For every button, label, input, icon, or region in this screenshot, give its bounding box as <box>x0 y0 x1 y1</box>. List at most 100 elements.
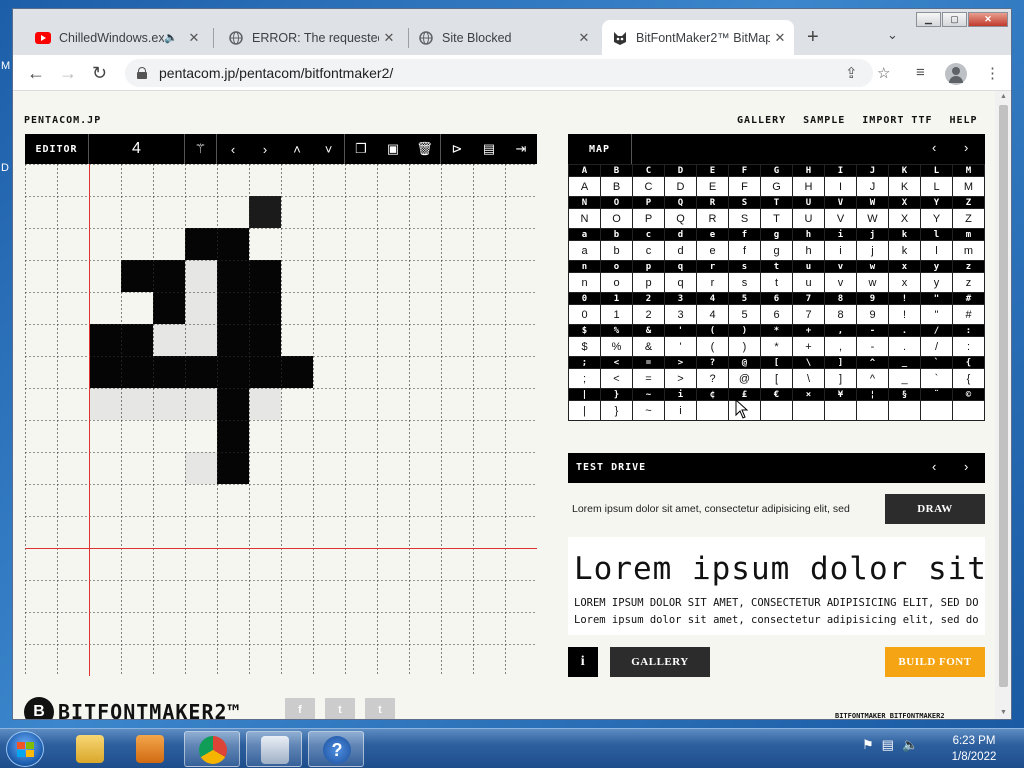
map-glyph-cell[interactable]: ? <box>696 368 729 389</box>
map-glyph-cell[interactable]: u <box>792 272 825 293</box>
map-glyph-cell[interactable]: } <box>600 400 633 421</box>
map-glyph-cell[interactable]: A <box>568 176 601 197</box>
menu-kebab-icon[interactable]: ⋮ <box>985 64 1000 82</box>
map-glyph-cell[interactable]: { <box>952 368 985 389</box>
gallery-button[interactable]: GALLERY <box>610 647 710 677</box>
lock-icon[interactable] <box>137 67 147 79</box>
map-glyph-cell[interactable]: P <box>632 208 665 229</box>
map-glyph-cell[interactable]: J <box>856 176 889 197</box>
map-glyph-cell[interactable]: 1 <box>600 304 633 325</box>
pixel-shadow[interactable] <box>185 292 217 324</box>
map-glyph-cell[interactable] <box>792 400 825 421</box>
map-glyph-cell[interactable]: c <box>632 240 665 261</box>
nav-import-ttf[interactable]: IMPORT TTF <box>862 115 932 126</box>
close-icon[interactable]: ✕ <box>379 30 399 46</box>
pixel-filled[interactable] <box>249 356 281 388</box>
close-window-button[interactable]: ✕ <box>968 12 1008 27</box>
pixel-filled[interactable] <box>249 324 281 356</box>
build-font-button[interactable]: BUILD FONT <box>885 647 985 677</box>
test-drive-input[interactable]: Lorem ipsum dolor sit amet, consectetur … <box>572 503 850 515</box>
map-glyph-cell[interactable]: ] <box>824 368 857 389</box>
copy-icon[interactable]: ❐ <box>345 134 377 164</box>
pixel-filled[interactable] <box>217 292 249 324</box>
map-glyph-cell[interactable]: Z <box>952 208 985 229</box>
app-taskbar-button[interactable] <box>246 731 302 767</box>
map-glyph-cell[interactable]: v <box>824 272 857 293</box>
map-glyph-cell[interactable]: e <box>696 240 729 261</box>
map-glyph-cell[interactable]: _ <box>888 368 921 389</box>
map-glyph-cell[interactable]: h <box>792 240 825 261</box>
map-glyph-cell[interactable]: 0 <box>568 304 601 325</box>
map-glyph-cell[interactable]: j <box>856 240 889 261</box>
map-glyph-cell[interactable]: g <box>760 240 793 261</box>
pixel-filled[interactable] <box>217 356 249 388</box>
close-icon[interactable]: ✕ <box>574 30 594 46</box>
nav-help[interactable]: HELP <box>950 115 978 126</box>
map-glyph-cell[interactable] <box>696 400 729 421</box>
map-glyph-cell[interactable]: I <box>824 176 857 197</box>
map-glyph-cell[interactable]: d <box>664 240 697 261</box>
map-glyph-cell[interactable]: 7 <box>792 304 825 325</box>
map-glyph-cell[interactable]: Y <box>920 208 953 229</box>
new-tab-button[interactable]: + <box>807 26 819 49</box>
map-glyph-cell[interactable]: ` <box>920 368 953 389</box>
tab-chilledwindows[interactable]: ChilledWindows.exe 🔈 ✕ <box>25 20 208 55</box>
pixel-filled[interactable] <box>249 260 281 292</box>
volume-icon[interactable]: 🔈 <box>902 737 918 753</box>
pixel-filled[interactable] <box>249 292 281 324</box>
map-glyph-cell[interactable]: a <box>568 240 601 261</box>
map-glyph-cell[interactable]: ! <box>888 304 921 325</box>
map-next-icon[interactable]: › <box>964 140 968 155</box>
action-center-icon[interactable]: ⚑ <box>862 737 874 753</box>
pixel-filled[interactable] <box>89 324 121 356</box>
map-glyph-cell[interactable]: n <box>568 272 601 293</box>
pixel-shadow[interactable] <box>121 388 153 420</box>
map-glyph-cell[interactable]: m <box>952 240 985 261</box>
map-glyph-cell[interactable]: = <box>632 368 665 389</box>
pixel-filled[interactable] <box>217 452 249 484</box>
tab-error[interactable]: ERROR: The requested U ✕ <box>218 20 403 55</box>
map-glyph-cell[interactable]: 8 <box>824 304 857 325</box>
pixel-filled[interactable] <box>217 388 249 420</box>
open-icon[interactable]: ⊳ <box>441 134 473 164</box>
map-glyph-cell[interactable]: y <box>920 272 953 293</box>
pixel-shadow[interactable] <box>153 388 185 420</box>
map-glyph-cell[interactable] <box>824 400 857 421</box>
map-glyph-cell[interactable]: / <box>920 336 953 357</box>
left-arrow-icon[interactable]: ‹ <box>217 134 249 164</box>
tab-site-blocked[interactable]: Site Blocked ✕ <box>408 20 598 55</box>
map-glyph-cell[interactable]: ; <box>568 368 601 389</box>
draw-button[interactable]: DRAW <box>885 494 985 524</box>
map-glyph-cell[interactable] <box>760 400 793 421</box>
up-arrow-icon[interactable]: ˄ <box>281 134 313 164</box>
pixel-shadow[interactable] <box>185 260 217 292</box>
map-glyph-cell[interactable]: b <box>600 240 633 261</box>
map-glyph-cell[interactable]: X <box>888 208 921 229</box>
save-icon[interactable]: ▤ <box>473 134 505 164</box>
map-glyph-cell[interactable]: > <box>664 368 697 389</box>
close-icon[interactable]: ✕ <box>184 30 204 46</box>
map-glyph-cell[interactable]: , <box>824 336 857 357</box>
map-glyph-cell[interactable] <box>856 400 889 421</box>
tumblr-icon[interactable]: t <box>365 698 395 719</box>
map-glyph-cell[interactable]: l <box>920 240 953 261</box>
map-glyph-cell[interactable]: ( <box>696 336 729 357</box>
test-prev-icon[interactable]: ‹ <box>932 459 936 474</box>
reload-button[interactable]: ↻ <box>92 63 107 84</box>
pixel-filled[interactable] <box>121 356 153 388</box>
help-taskbar-button[interactable]: ? <box>308 731 364 767</box>
explorer-taskbar-button[interactable] <box>62 731 118 767</box>
pixel-shadow[interactable] <box>153 324 185 356</box>
map-glyph-cell[interactable]: " <box>920 304 953 325</box>
twitter-icon[interactable]: t <box>325 698 355 719</box>
map-glyph-cell[interactable]: 2 <box>632 304 665 325</box>
export-icon[interactable]: ⇥ <box>505 134 537 164</box>
media-player-taskbar-button[interactable] <box>122 731 178 767</box>
speaker-icon[interactable]: 🔈 <box>164 31 178 44</box>
map-glyph-cell[interactable]: p <box>632 272 665 293</box>
map-glyph-cell[interactable]: K <box>888 176 921 197</box>
pixel-shadow[interactable] <box>249 388 281 420</box>
map-glyph-cell[interactable]: C <box>632 176 665 197</box>
profile-avatar[interactable] <box>945 63 967 85</box>
map-glyph-cell[interactable]: # <box>952 304 985 325</box>
